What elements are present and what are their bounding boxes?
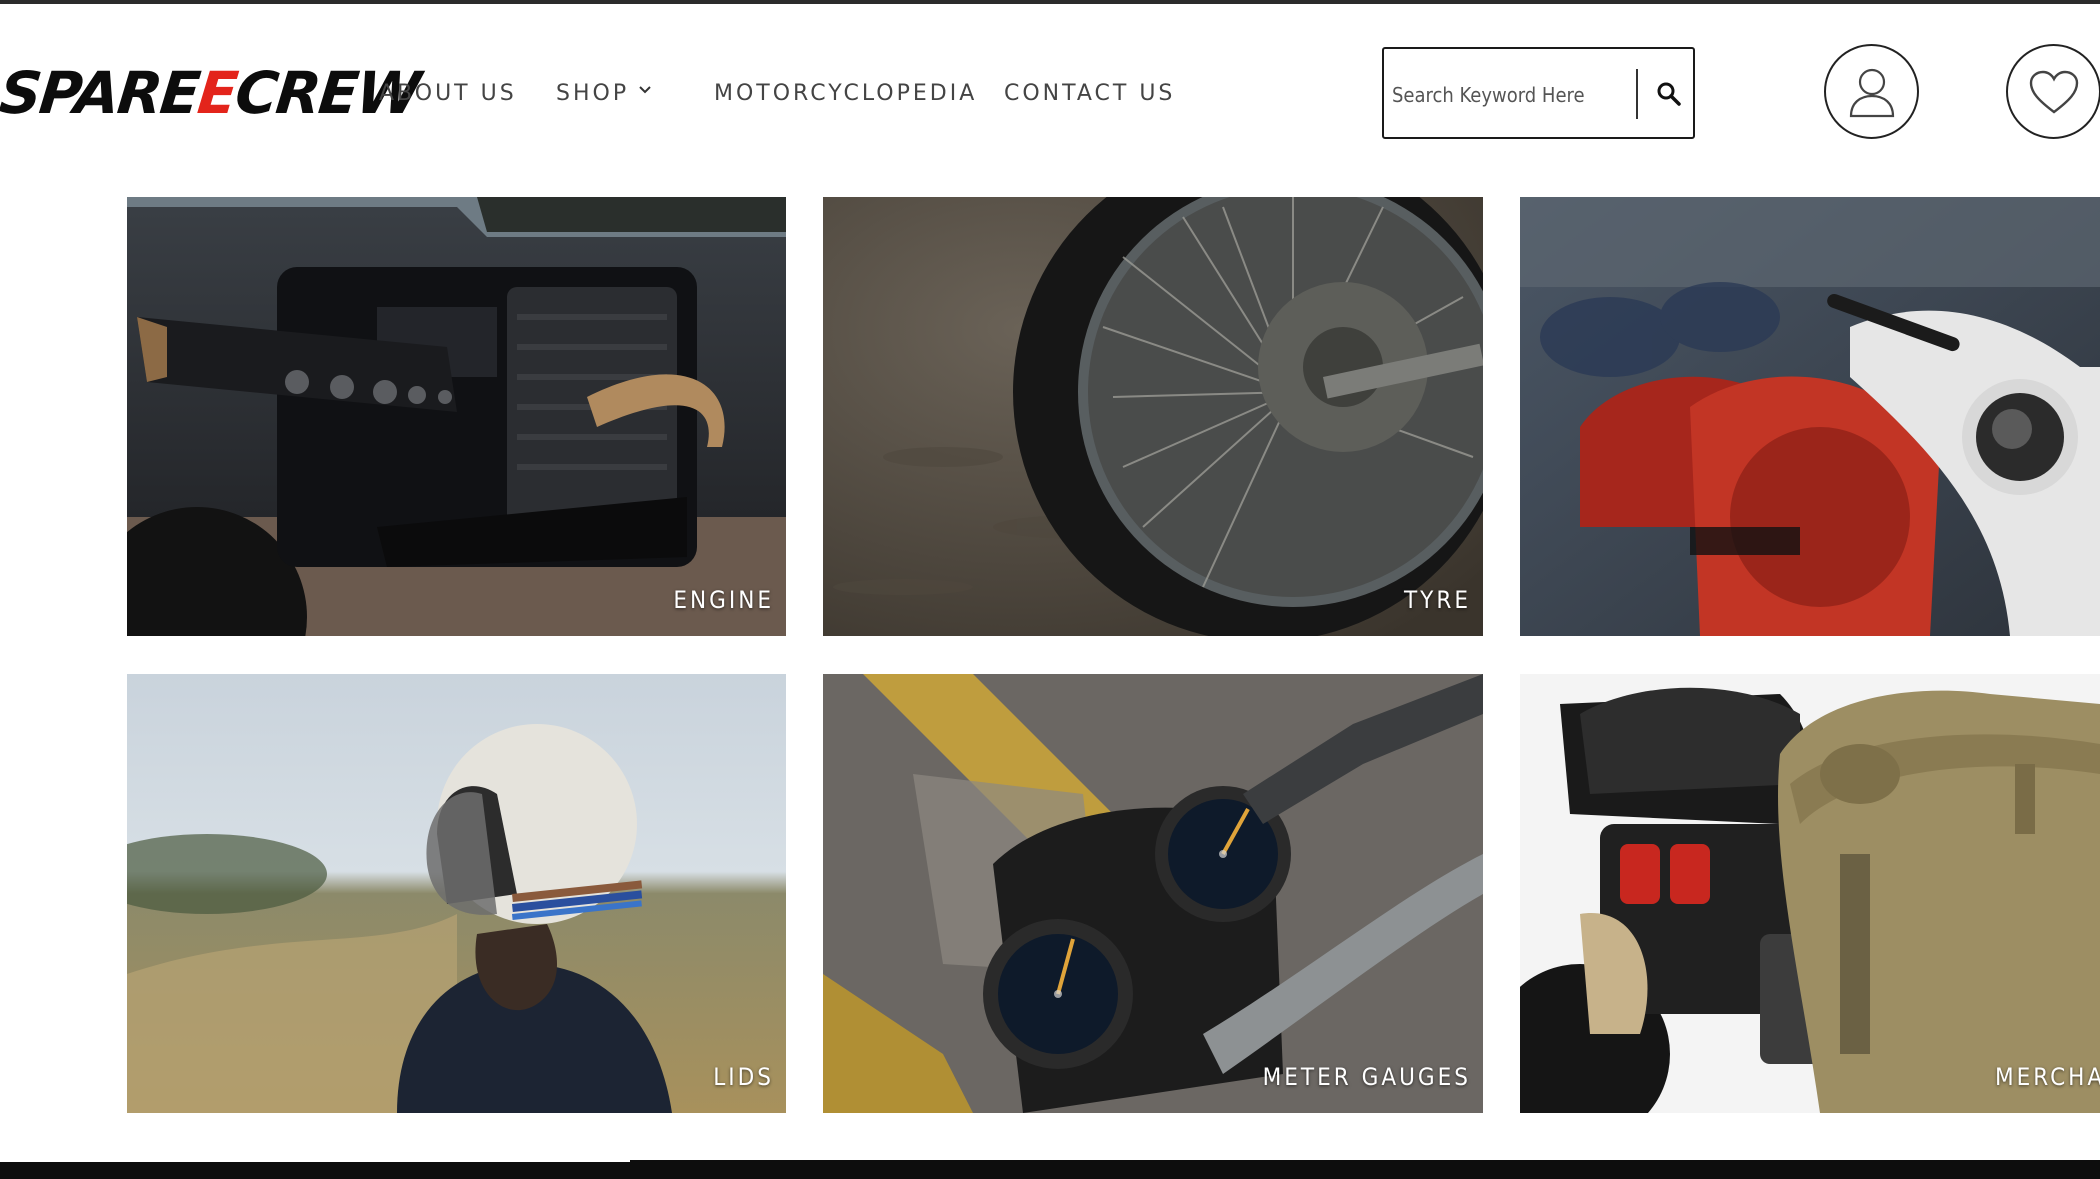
nav-shop-label: SHOP: [556, 81, 630, 106]
account-button[interactable]: [1824, 44, 1919, 139]
nav-about-us[interactable]: ABOUT US: [379, 74, 517, 114]
category-label: ENGINE: [673, 586, 774, 614]
scooters-image: [1520, 197, 2100, 636]
search-input[interactable]: [1392, 75, 1662, 115]
nav-contact-us[interactable]: CONTACT US: [1004, 74, 1175, 114]
sparecrew-logo[interactable]: SPAREECREW: [0, 58, 422, 128]
category-tile-engine[interactable]: ENGINE: [127, 197, 786, 636]
nav-shop[interactable]: SHOP: [556, 74, 651, 114]
footer-bar: [0, 1160, 2100, 1179]
wishlist-button[interactable]: [2006, 44, 2100, 139]
top-border: [0, 0, 2100, 4]
engine-image: [127, 197, 786, 636]
search-icon: [1657, 82, 1681, 106]
merchandise-image: [1520, 674, 2100, 1113]
category-label: METER GAUGES: [1262, 1063, 1471, 1091]
search-box: [1382, 47, 1695, 139]
category-label: MERCHAN: [1995, 1063, 2100, 1091]
category-tile-meter-gauges[interactable]: METER GAUGES: [823, 674, 1483, 1113]
heart-icon: [2029, 70, 2078, 114]
category-tile-scooters[interactable]: [1520, 197, 2100, 636]
lids-image: [127, 674, 786, 1113]
logo-text-prefix: SPARE: [0, 59, 202, 127]
meter-gauges-image: [823, 674, 1483, 1113]
category-tile-lids[interactable]: LIDS: [127, 674, 786, 1113]
category-label: LIDS: [713, 1063, 774, 1091]
user-icon: [1849, 68, 1894, 117]
category-label: TYRE: [1403, 586, 1471, 614]
tyre-image: [823, 197, 1483, 636]
search-divider: [1636, 69, 1638, 119]
category-tile-merchandise[interactable]: MERCHAN: [1520, 674, 2100, 1113]
chevron-down-icon: [639, 86, 651, 94]
category-tile-tyre[interactable]: TYRE: [823, 197, 1483, 636]
search-button[interactable]: [1646, 69, 1692, 119]
nav-motorcyclopedia[interactable]: MOTORCYCLOPEDIA: [714, 74, 977, 114]
